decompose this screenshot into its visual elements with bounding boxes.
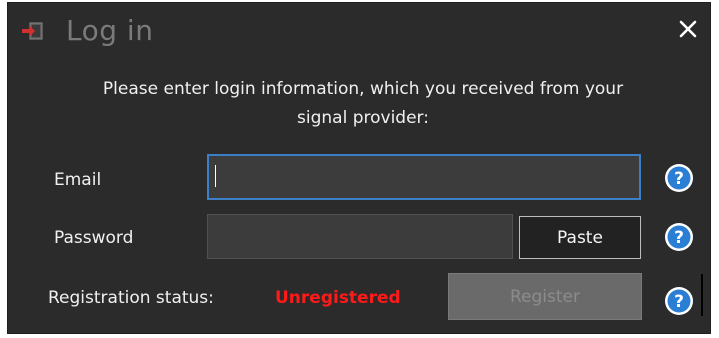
svg-text:?: ?	[674, 228, 684, 248]
paste-button[interactable]: Paste	[519, 216, 641, 259]
help-icon[interactable]: ?	[664, 222, 694, 252]
instructions-line-1: Please enter login information, which yo…	[102, 79, 624, 99]
divider	[701, 274, 703, 316]
window-title: Log in	[66, 14, 154, 47]
registration-status-label: Registration status:	[48, 288, 214, 308]
password-label: Password	[54, 228, 134, 248]
close-icon[interactable]	[676, 17, 700, 41]
instructions-line-2: signal provider:	[297, 108, 429, 128]
help-icon[interactable]: ?	[664, 163, 694, 193]
email-label: Email	[54, 170, 102, 190]
email-field[interactable]	[207, 154, 641, 200]
login-icon	[22, 22, 43, 40]
login-dialog: Log in Please enter login information, w…	[7, 2, 711, 334]
registration-status-value: Unregistered	[275, 288, 401, 308]
svg-text:?: ?	[674, 292, 684, 312]
svg-text:?: ?	[674, 169, 684, 189]
instructions-text: Please enter login information, which yo…	[48, 75, 678, 133]
password-field[interactable]	[207, 214, 513, 259]
help-icon[interactable]: ?	[664, 286, 694, 316]
text-caret	[215, 165, 216, 187]
register-button[interactable]: Register	[448, 273, 642, 320]
